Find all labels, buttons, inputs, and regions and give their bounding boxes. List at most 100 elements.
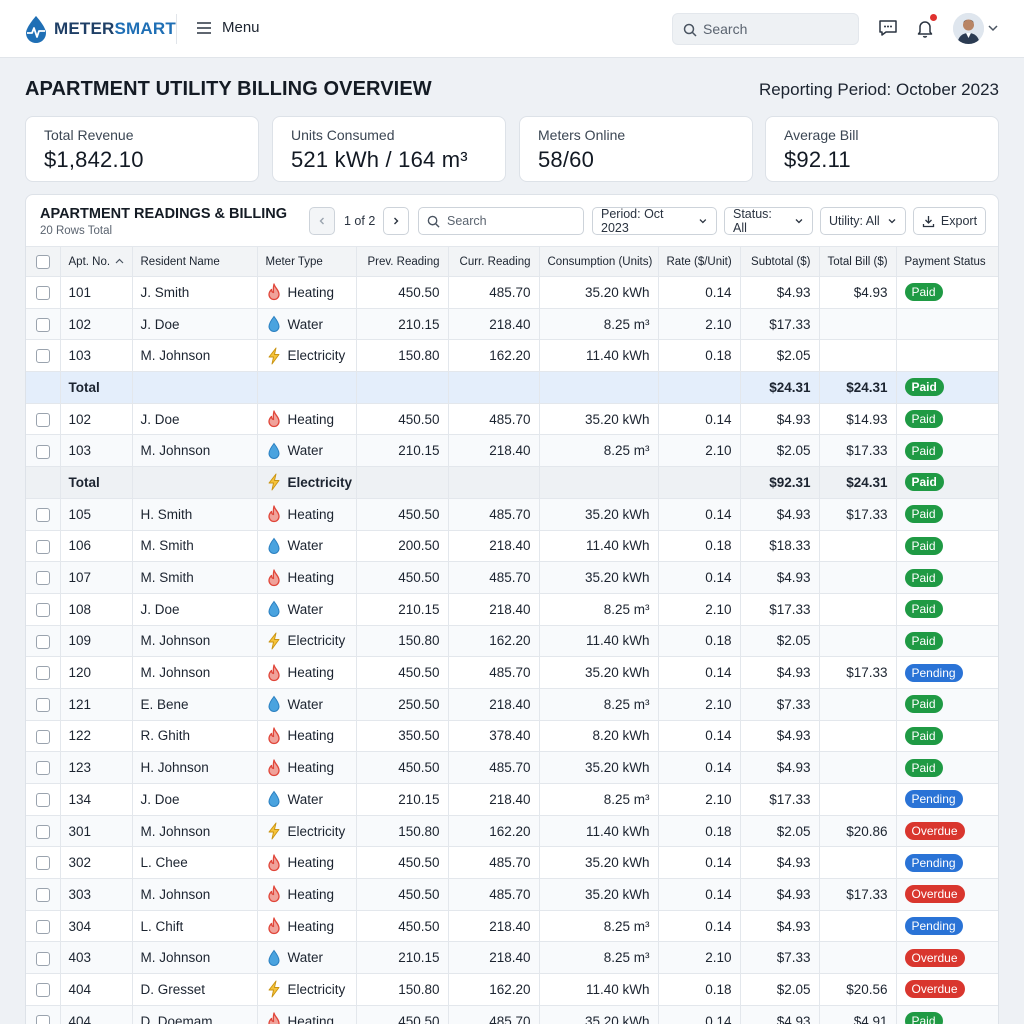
column-header-consumption[interactable]: Consumption (Units)	[539, 246, 659, 277]
curr-reading: 485.70	[448, 656, 540, 689]
table-row[interactable]: 121 E. Bene Water 250.50 218.40 8.25 m³ 2.10 $7…	[26, 688, 998, 721]
notifications-button[interactable]	[914, 14, 937, 39]
select-all-checkbox[interactable]	[35, 254, 50, 269]
column-header-subtotal[interactable]: Subtotal ($)	[740, 246, 820, 277]
rate	[658, 371, 741, 404]
table-row[interactable]: 102 J. Doe Water 210.15 218.40 8.25 m³ 2.10 $17…	[26, 308, 998, 341]
row-checkbox[interactable]	[35, 856, 50, 871]
resident-name: J. Doe	[132, 593, 258, 626]
table-row[interactable]: 102 J. Doe Heating 450.50 485.70 35.20 kWh 0.1…	[26, 403, 998, 436]
subtotal: $4.93	[740, 910, 820, 943]
prev-reading	[356, 466, 449, 499]
table-row[interactable]: 404 D. Gresset Electricity 150.80 162.20 11.4…	[26, 973, 998, 1006]
rate: 0.14	[658, 846, 741, 880]
table-row[interactable]: 301 M. Johnson Electricity 150.80 162.20 11.4…	[26, 815, 998, 848]
row-checkbox[interactable]	[35, 412, 50, 427]
table-row[interactable]: 304 L. Chift Heating 450.50 218.40 8.25 m³ 0.1…	[26, 910, 998, 943]
table-row[interactable]: 404 D. Doemam Heating 450.50 485.70 35.20 kWh…	[26, 1005, 998, 1024]
row-checkbox[interactable]	[35, 951, 50, 966]
total-bill: $14.93	[819, 403, 897, 436]
column-header-rate[interactable]: Rate ($/Unit)	[658, 246, 741, 277]
chevron-right-icon	[394, 217, 399, 225]
table-row[interactable]: 103 M. Johnson Water 210.15 218.40 8.25 m³ 2.1…	[26, 434, 998, 468]
chevron-down-icon[interactable]	[987, 23, 999, 33]
resident-name: D. Gresset	[132, 973, 258, 1006]
table-row[interactable]: 122 R. Ghith Heating 350.50 378.40 8.20 kWh 0.…	[26, 720, 998, 753]
table-search[interactable]	[418, 207, 584, 235]
table-row[interactable]: 108 J. Doe Water 210.15 218.40 8.25 m³ 2.10 $17…	[26, 593, 998, 626]
billing-table: Apt. No. Resident Name Meter Type Prev. …	[26, 246, 998, 1024]
droplet-icon	[266, 537, 282, 555]
table-row[interactable]: 134 J. Doe Water 210.15 218.40 8.25 m³ 2.10 $17…	[26, 783, 998, 816]
row-checkbox[interactable]	[35, 698, 50, 712]
column-header-apt[interactable]: Apt. No.	[60, 246, 133, 277]
prev-page-button[interactable]	[309, 207, 335, 235]
table-row[interactable]: 107 M. Smith Heating 450.50 485.70 35.20 kWh 0…	[26, 561, 998, 594]
stat-card-average-bill: Average Bill $92.11	[765, 116, 999, 182]
row-checkbox[interactable]	[35, 349, 50, 364]
next-page-button[interactable]	[383, 207, 409, 235]
row-checkbox[interactable]	[35, 729, 50, 744]
column-header-payment-status[interactable]: Payment Status	[896, 246, 998, 277]
table-row[interactable]: 106 M. Smith Water 200.50 218.40 11.40 kWh 0.1…	[26, 530, 998, 563]
row-checkbox[interactable]	[35, 634, 50, 649]
row-checkbox[interactable]	[35, 793, 50, 808]
row-select-cell	[26, 973, 61, 1006]
row-checkbox[interactable]	[35, 317, 50, 332]
period-filter[interactable]: Period: Oct 2023	[592, 207, 717, 235]
total-row[interactable]: Total $24.31 $24.31 Paid	[26, 371, 998, 404]
meter-type-cell: Water	[257, 688, 357, 721]
status-filter[interactable]: Status: All	[724, 207, 813, 235]
table-row[interactable]: 123 H. Johnson Heating 450.50 485.70 35.20 kW…	[26, 751, 998, 784]
status-badge: Overdue	[904, 885, 965, 904]
table-row[interactable]: 403 M. Johnson Water 210.15 218.40 8.25 m³ 2.1…	[26, 941, 998, 975]
column-header-curr-reading[interactable]: Curr. Reading	[448, 246, 540, 277]
table-search-input[interactable]	[447, 214, 577, 228]
rate: 0.14	[658, 403, 741, 436]
table-row[interactable]: 105 H. Smith Heating 450.50 485.70 35.20 kWh 0…	[26, 498, 998, 531]
row-checkbox[interactable]	[35, 888, 50, 903]
global-search[interactable]	[672, 13, 859, 45]
row-checkbox[interactable]	[35, 1014, 50, 1024]
prev-reading: 210.15	[356, 593, 449, 626]
row-checkbox[interactable]	[35, 919, 50, 934]
consumption	[539, 371, 659, 404]
table-row[interactable]: 101 J. Smith Heating 450.50 485.70 35.20 kWh 0…	[26, 276, 998, 309]
droplet-icon	[266, 695, 282, 713]
row-checkbox[interactable]	[35, 666, 50, 681]
column-header-total-bill[interactable]: Total Bill ($)	[819, 246, 897, 277]
row-checkbox[interactable]	[35, 983, 50, 998]
column-header-resident[interactable]: Resident Name	[132, 246, 258, 277]
rate: 0.18	[658, 530, 741, 563]
table-row[interactable]: 109 M. Johnson Electricity 150.80 162.20 11.4…	[26, 625, 998, 658]
header-divider	[176, 14, 177, 44]
messages-button[interactable]	[877, 17, 899, 39]
status-badge: Paid	[904, 505, 943, 524]
row-checkbox[interactable]	[35, 571, 50, 586]
stat-value: $92.11	[784, 147, 851, 172]
table-row[interactable]: 120 M. Johnson Heating 450.50 485.70 35.20 kW…	[26, 656, 998, 689]
table-row[interactable]: 302 L. Chee Heating 450.50 485.70 35.20 kWh 0.…	[26, 846, 998, 880]
row-checkbox[interactable]	[35, 507, 50, 522]
menu-button[interactable]: Menu	[196, 19, 260, 36]
row-checkbox[interactable]	[35, 824, 50, 839]
status-badge: Paid	[904, 568, 943, 587]
total-row[interactable]: Total Electricity $92.31 $24.31 Paid	[26, 466, 998, 499]
table-row[interactable]: 303 M. Johnson Heating 450.50 485.70 35.20 kW…	[26, 878, 998, 911]
meter-type-cell: Electricity	[257, 625, 357, 658]
table-row[interactable]: 103 M. Johnson Electricity 150.80 162.20 11.4…	[26, 339, 998, 373]
row-checkbox[interactable]	[35, 539, 50, 554]
stat-card-units-consumed: Units Consumed 521 kWh / 164 m³	[272, 116, 506, 182]
logo[interactable]: METERSMART	[24, 14, 176, 44]
row-checkbox[interactable]	[35, 761, 50, 776]
export-button[interactable]: Export	[913, 207, 986, 235]
row-checkbox[interactable]	[35, 286, 50, 301]
global-search-input[interactable]	[703, 14, 853, 44]
rate: 2.10	[658, 783, 741, 816]
row-checkbox[interactable]	[35, 602, 50, 617]
column-header-meter-type[interactable]: Meter Type	[257, 246, 357, 277]
row-checkbox[interactable]	[35, 444, 50, 459]
utility-filter[interactable]: Utility: All	[820, 207, 906, 235]
avatar[interactable]	[953, 13, 984, 44]
column-header-prev-reading[interactable]: Prev. Reading	[356, 246, 449, 277]
